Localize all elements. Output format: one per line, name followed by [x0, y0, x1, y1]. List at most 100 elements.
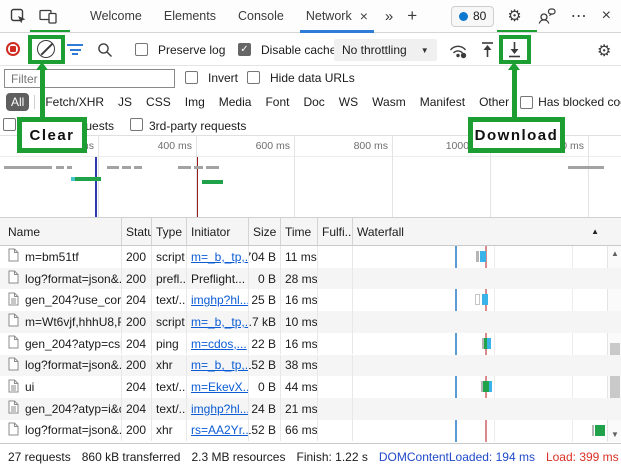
initiator-link[interactable]: imghp?hl... — [191, 293, 248, 307]
overview-teal-bar — [71, 177, 75, 181]
table-row[interactable]: log?format=json&... 200 prefl... Preflight.… — [0, 267, 621, 290]
chip-fetch-xhr[interactable]: Fetch/XHR — [40, 93, 109, 111]
chip-all[interactable]: All — [6, 93, 30, 111]
table-row[interactable]: ui 204 text/... m=EkevX... 0 B 44 ms — [0, 376, 621, 398]
tab-elements[interactable]: Elements — [164, 0, 216, 33]
table-row[interactable]: log?format=json&...200xhr rs=AA2Yr...152 … — [0, 419, 621, 442]
table-row[interactable]: m=bm51tf 200script m=_b,_tp,...704 B11 ms — [0, 246, 621, 268]
network-overview-timeline[interactable]: 200 ms 400 ms 600 ms 800 ms 1000 ms 1200 ms — [0, 135, 621, 218]
cell-time: 10 ms — [281, 311, 318, 333]
table-row[interactable]: gen_204?atyp=csi... 204 ping m=cdos,... 22 B… — [0, 332, 621, 355]
cell-type: text/... — [152, 376, 187, 398]
summary-load: Load: 399 ms — [545, 449, 619, 464]
export-har-download-icon[interactable] — [507, 41, 522, 58]
invert-checkbox[interactable] — [185, 71, 198, 84]
overview-request-bar — [178, 166, 191, 169]
column-header-time[interactable]: Time — [281, 218, 318, 245]
has-blocked-cookies-checkbox[interactable] — [520, 95, 534, 109]
request-filter-row: Blocked requests 3rd-party requests — [0, 114, 621, 135]
overview-request-bar — [107, 166, 119, 169]
record-network-log-icon[interactable] — [6, 42, 20, 56]
timeline-tick-label: 400 ms — [157, 140, 192, 152]
throttling-select[interactable]: No throttling ▼ — [334, 39, 437, 61]
tab-label: Welcome — [90, 9, 142, 23]
chip-font[interactable]: Font — [260, 93, 294, 111]
request-name: m=Wt6vjf,hhhU8,F... — [25, 314, 121, 329]
cell-waterfall — [353, 311, 621, 333]
more-tabs-icon[interactable]: » — [385, 8, 393, 25]
tab-console[interactable]: Console — [238, 0, 284, 33]
new-tab-icon[interactable]: + — [407, 6, 417, 26]
disable-cache-checkbox[interactable]: ✓ — [238, 43, 251, 56]
chip-media[interactable]: Media — [214, 93, 257, 111]
device-emulation-icon[interactable] — [39, 8, 57, 24]
column-header-name[interactable]: Name — [0, 218, 122, 245]
cell-initiator: Preflight... — [187, 267, 249, 290]
initiator-link[interactable]: m=_b,_tp,... — [191, 315, 248, 329]
cell-size: 704 B — [249, 246, 281, 268]
column-header-fulfi[interactable]: Fulfi... — [318, 218, 353, 245]
feedback-icon[interactable] — [537, 8, 556, 24]
initiator-link[interactable]: m=EkevX... — [191, 380, 248, 394]
resource-type-chips: All Fetch/XHR JS CSS Img Media Font Doc WS Wasm Ma… — [4, 93, 516, 111]
cell-size: 24 B — [249, 397, 281, 420]
chip-other[interactable]: Other — [474, 93, 514, 111]
network-settings-gear-icon[interactable]: ⚙ — [597, 41, 611, 61]
chip-doc[interactable]: Doc — [298, 93, 329, 111]
cell-time: 44 ms — [281, 376, 318, 398]
chevron-down-icon: ▼ — [420, 45, 429, 55]
chip-js[interactable]: JS — [113, 93, 137, 111]
more-options-icon[interactable]: ⋯ — [571, 6, 587, 26]
blocked-requests-checkbox[interactable] — [3, 118, 16, 131]
tab-network[interactable]: Network × — [299, 0, 374, 33]
hide-data-urls-checkbox[interactable] — [247, 71, 260, 84]
cell-initiator: rs=AA2Yr... — [187, 419, 249, 442]
initiator-text: Preflight... — [191, 271, 246, 286]
initiator-link[interactable]: imghp?hl... — [191, 402, 248, 416]
cell-size: 22 B — [249, 332, 281, 355]
cell-time: 16 ms — [281, 332, 318, 355]
column-header-size[interactable]: Size — [249, 218, 281, 245]
table-row[interactable]: m=Wt6vjf,hhhU8,F...200script m=_b,_tp,...… — [0, 311, 621, 333]
settings-gear-icon[interactable]: ⚙ — [507, 6, 521, 26]
chip-css[interactable]: CSS — [141, 93, 176, 111]
search-icon[interactable] — [97, 42, 113, 58]
third-party-requests-checkbox[interactable] — [130, 118, 143, 131]
timeline-gridline — [490, 136, 491, 217]
request-name: log?format=json&... — [25, 271, 122, 286]
cell-fulfilled — [318, 376, 353, 398]
issues-counter-button[interactable]: 80 — [450, 5, 495, 27]
chip-ws[interactable]: WS — [334, 93, 363, 111]
cell-type: ping — [152, 332, 187, 355]
network-conditions-icon[interactable] — [448, 42, 468, 59]
initiator-link[interactable]: rs=AA2Yr... — [191, 423, 248, 437]
table-row[interactable]: gen_204?atyp=i&ct...204text/... imghp?hl.… — [0, 397, 621, 420]
column-header-waterfall[interactable]: Waterfall ▲ — [353, 218, 621, 245]
chip-img[interactable]: Img — [180, 93, 210, 111]
import-har-icon[interactable] — [480, 41, 495, 58]
cell-status: 200 — [122, 246, 152, 268]
tab-welcome[interactable]: Welcome — [90, 0, 142, 33]
chip-manifest[interactable]: Manifest — [415, 93, 470, 111]
filter-toggle-icon[interactable] — [67, 44, 83, 55]
column-header-initiator[interactable]: Initiator — [187, 218, 249, 245]
initiator-link[interactable]: m=_b,_tp,... — [191, 250, 248, 264]
tab-close-icon[interactable]: × — [360, 9, 368, 23]
table-row[interactable]: gen_204?use_corp...204text/... imghp?hl..… — [0, 289, 621, 312]
close-devtools-icon[interactable]: × — [602, 7, 611, 25]
filter-input[interactable] — [4, 69, 175, 88]
clear-network-log-icon[interactable] — [37, 40, 55, 58]
overview-green-bar — [202, 180, 223, 184]
column-header-type[interactable]: Type — [152, 218, 187, 245]
timeline-tick-label: 1200 ms — [543, 140, 584, 152]
column-header-status[interactable]: Status — [122, 218, 152, 245]
inspect-element-icon[interactable] — [10, 8, 27, 25]
table-row[interactable]: log?format=json&...200xhr m=_b,_tp,...152… — [0, 354, 621, 377]
initiator-link[interactable]: m=cdos,... — [191, 337, 247, 351]
sort-ascending-icon: ▲ — [591, 227, 599, 236]
chip-wasm[interactable]: Wasm — [367, 93, 411, 111]
initiator-link[interactable]: m=_b,_tp,... — [191, 358, 248, 372]
cell-initiator: m=_b,_tp,... — [187, 354, 249, 377]
preserve-log-checkbox[interactable] — [135, 43, 148, 56]
network-filter-row: Invert Hide data URLs — [0, 66, 621, 90]
